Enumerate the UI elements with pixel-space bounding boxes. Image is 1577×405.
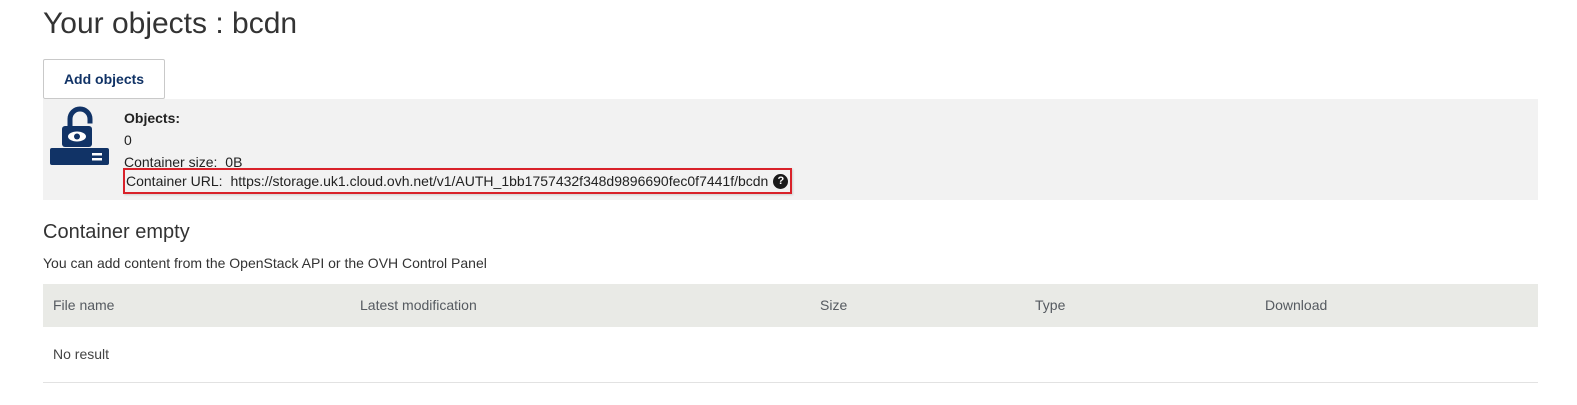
no-result-text: No result — [53, 346, 110, 362]
objects-label: Objects: — [124, 110, 181, 126]
column-header-download[interactable]: Download — [1265, 284, 1327, 327]
add-objects-button[interactable]: Add objects — [43, 59, 165, 99]
column-header-type[interactable]: Type — [1035, 284, 1065, 327]
container-info-panel: Objects: 0 Container size: 0B Container … — [43, 99, 1538, 200]
container-url-value[interactable]: https://storage.uk1.cloud.ovh.net/v1/AUT… — [231, 170, 769, 192]
help-icon[interactable]: ? — [773, 173, 789, 189]
table-header: File name Latest modification Size Type … — [43, 284, 1538, 327]
table-row: No result — [43, 327, 1538, 383]
page: Your objects : bcdn Add objects Objects:… — [0, 0, 1577, 405]
empty-state-title: Container empty — [43, 221, 190, 243]
column-header-latest-modification[interactable]: Latest modification — [360, 284, 477, 327]
unlocked-container-icon — [49, 105, 109, 167]
objects-count: 0 — [124, 132, 132, 148]
container-details: Objects: 0 Container size: 0B — [124, 107, 242, 173]
container-url-label: Container URL: — [126, 173, 223, 189]
empty-state-description: You can add content from the OpenStack A… — [43, 255, 487, 271]
container-url-row: Container URL: https://storage.uk1.cloud… — [123, 168, 793, 194]
page-title: Your objects : bcdn — [43, 7, 298, 40]
column-header-file-name[interactable]: File name — [53, 284, 114, 327]
column-header-size[interactable]: Size — [820, 284, 847, 327]
